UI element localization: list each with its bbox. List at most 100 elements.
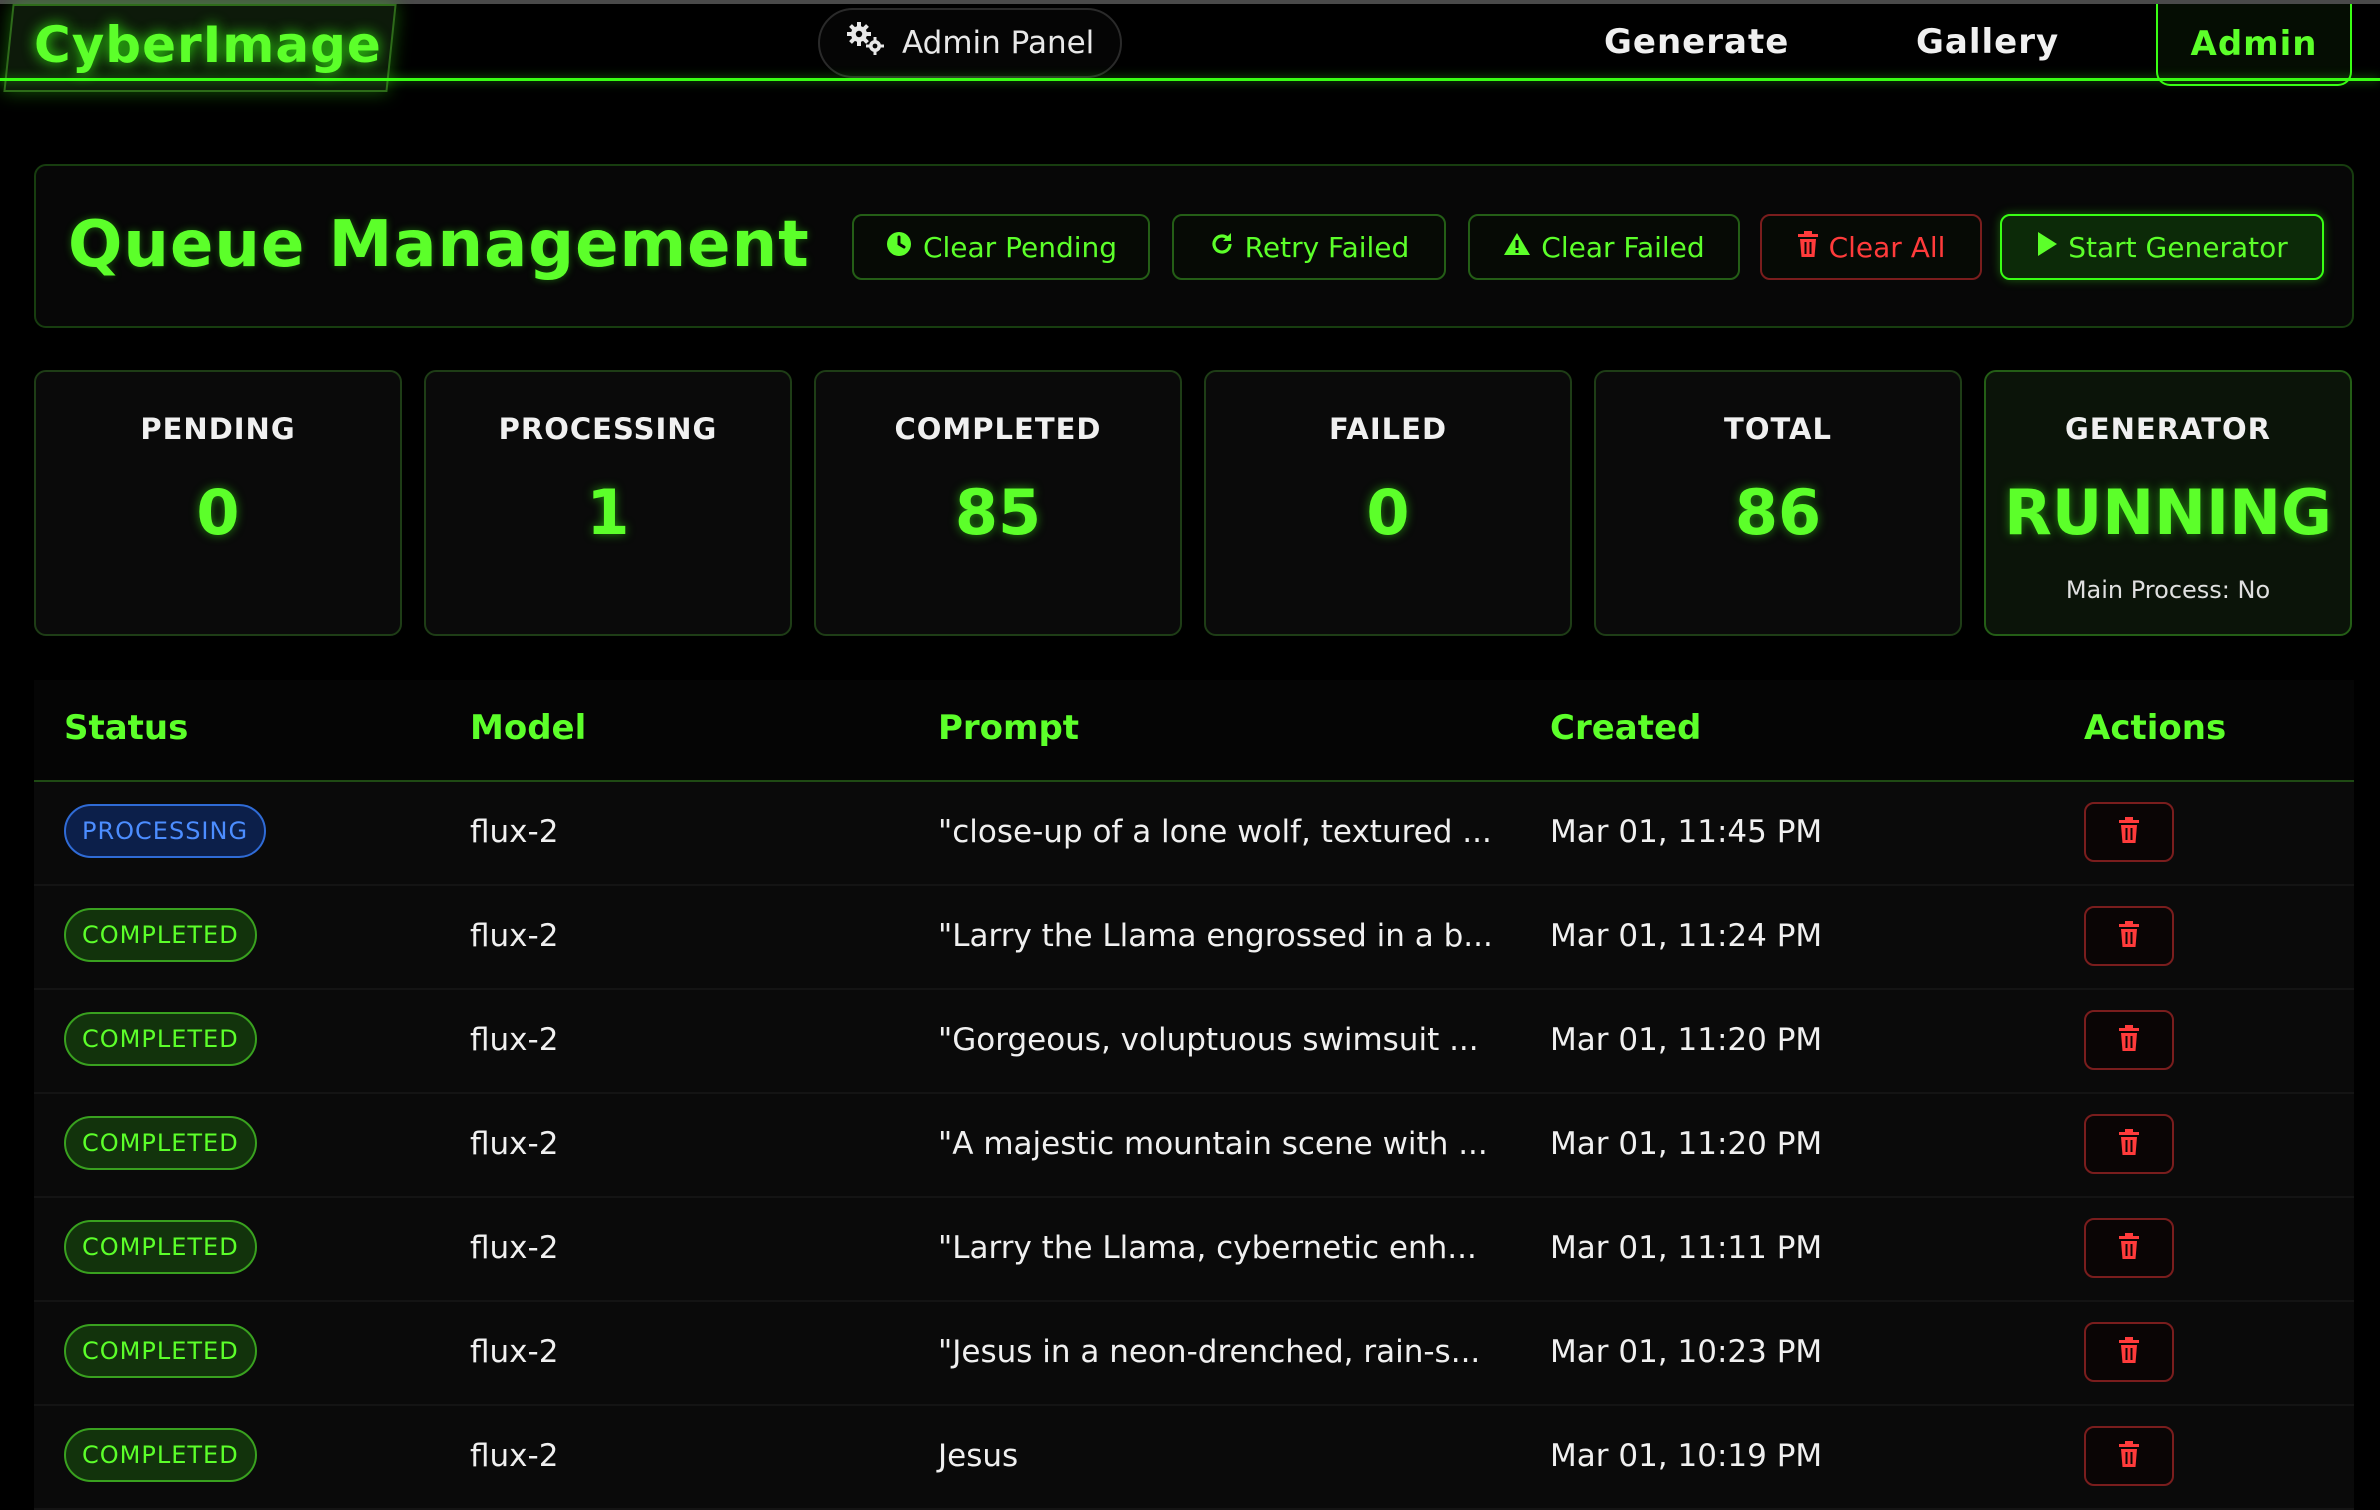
delete-row-button[interactable]: [2084, 1114, 2174, 1174]
generator-status: RUNNING: [2004, 476, 2332, 549]
table-header: Status Model Prompt Created Actions: [34, 680, 2354, 782]
stat-card-pending: PENDING 0: [34, 370, 402, 636]
delete-row-button[interactable]: [2084, 1426, 2174, 1486]
navbar: CyberImage Admin Panel Generate Gallery …: [0, 4, 2380, 92]
stat-label: GENERATOR: [2065, 412, 2271, 446]
stat-label: FAILED: [1328, 412, 1448, 446]
column-header-actions: Actions: [2084, 708, 2227, 748]
delete-row-button[interactable]: [2084, 906, 2174, 966]
created-cell: Mar 01, 11:11 PM: [1550, 1230, 1823, 1266]
stat-card-failed: FAILED 0: [1204, 370, 1572, 636]
queue-table: Status Model Prompt Created Actions PROC…: [34, 680, 2354, 1510]
stat-card-completed: COMPLETED 85: [814, 370, 1182, 636]
trash-icon: [2118, 1441, 2140, 1471]
clock-icon: [885, 230, 913, 265]
stat-label: COMPLETED: [894, 412, 1102, 446]
start-generator-button[interactable]: Start Generator: [2000, 214, 2324, 280]
status-badge: COMPLETED: [64, 1428, 257, 1482]
clear-all-button[interactable]: Clear All: [1760, 214, 1982, 280]
stat-value: 0: [196, 476, 240, 549]
prompt-cell: "close-up of a lone wolf, textured ...: [938, 814, 1492, 850]
status-badge: COMPLETED: [64, 1220, 257, 1274]
stat-card-processing: PROCESSING 1: [424, 370, 792, 636]
status-badge: PROCESSING: [64, 804, 267, 858]
status-badge: COMPLETED: [64, 1324, 257, 1378]
queue-header-card: Queue Management Clear Pending Retry Fai…: [34, 164, 2354, 328]
clear-failed-button[interactable]: Clear Failed: [1468, 214, 1740, 280]
gears-icon: [846, 22, 886, 64]
trash-icon: [2118, 1337, 2140, 1367]
delete-row-button[interactable]: [2084, 1218, 2174, 1278]
column-header-status: Status: [64, 708, 189, 748]
status-badge: COMPLETED: [64, 1012, 257, 1066]
delete-row-button[interactable]: [2084, 1010, 2174, 1070]
start-generator-label: Start Generator: [2068, 230, 2288, 264]
retry-failed-button[interactable]: Retry Failed: [1172, 214, 1446, 280]
status-badge: COMPLETED: [64, 908, 257, 962]
nav-gallery[interactable]: Gallery: [1916, 22, 2059, 62]
created-cell: Mar 01, 10:23 PM: [1550, 1334, 1823, 1370]
delete-row-button[interactable]: [2084, 802, 2174, 862]
play-icon: [2036, 231, 2058, 264]
clear-all-label: Clear All: [1828, 230, 1946, 264]
stat-value: 1: [586, 476, 630, 549]
trash-icon: [2118, 817, 2140, 847]
redo-icon: [1209, 231, 1235, 264]
admin-panel-label: Admin Panel: [902, 25, 1095, 61]
clear-failed-label: Clear Failed: [1541, 230, 1705, 264]
stat-label: PROCESSING: [498, 412, 718, 446]
retry-failed-label: Retry Failed: [1244, 230, 1410, 264]
column-header-created: Created: [1550, 708, 1702, 748]
created-cell: Mar 01, 11:24 PM: [1550, 918, 1823, 954]
stat-label: TOTAL: [1724, 412, 1832, 446]
model-cell: flux-2: [470, 918, 559, 954]
nav-generate[interactable]: Generate: [1604, 22, 1789, 62]
table-body: PROCESSING flux-2 "close-up of a lone wolf…: [34, 782, 2354, 1510]
warning-icon: [1503, 231, 1531, 264]
trash-icon: [2118, 1129, 2140, 1159]
model-cell: flux-2: [470, 814, 559, 850]
stat-value: 85: [954, 476, 1042, 549]
prompt-cell: "Larry the Llama engrossed in a b...: [938, 918, 1493, 954]
created-cell: Mar 01, 11:45 PM: [1550, 814, 1823, 850]
clear-pending-button[interactable]: Clear Pending: [852, 214, 1150, 280]
trash-icon: [1797, 230, 1819, 264]
nav-underline: [0, 78, 2380, 81]
model-cell: flux-2: [470, 1334, 559, 1370]
model-cell: flux-2: [470, 1230, 559, 1266]
column-header-model: Model: [470, 708, 587, 748]
admin-panel-pill: Admin Panel: [818, 8, 1122, 78]
table-row: COMPLETED flux-2 "A majestic mountain scen…: [34, 1094, 2354, 1198]
prompt-cell: Jesus: [938, 1438, 1019, 1474]
stat-card-total: TOTAL 86: [1594, 370, 1962, 636]
stat-value: 86: [1734, 476, 1822, 549]
prompt-cell: "Larry the Llama, cybernetic enh...: [938, 1230, 1477, 1266]
stat-label: PENDING: [140, 412, 296, 446]
trash-icon: [2118, 921, 2140, 951]
model-cell: flux-2: [470, 1022, 559, 1058]
nav-admin[interactable]: Admin: [2156, 4, 2352, 86]
stat-value: 0: [1366, 476, 1410, 549]
delete-row-button[interactable]: [2084, 1322, 2174, 1382]
table-row: COMPLETED flux-2 "Jesus in a neon-drenched…: [34, 1302, 2354, 1406]
trash-icon: [2118, 1025, 2140, 1055]
model-cell: flux-2: [470, 1438, 559, 1474]
status-badge: COMPLETED: [64, 1116, 257, 1170]
created-cell: Mar 01, 11:20 PM: [1550, 1126, 1823, 1162]
trash-icon: [2118, 1233, 2140, 1263]
table-row: COMPLETED flux-2 Jesus Mar 01, 10:19 PM: [34, 1406, 2354, 1510]
prompt-cell: "Jesus in a neon-drenched, rain-s...: [938, 1334, 1481, 1370]
table-row: COMPLETED flux-2 "Larry the Llama, cyberne…: [34, 1198, 2354, 1302]
prompt-cell: "Gorgeous, voluptuous swimsuit ...: [938, 1022, 1479, 1058]
brand-name[interactable]: CyberImage: [34, 16, 382, 74]
clear-pending-label: Clear Pending: [922, 230, 1118, 264]
created-cell: Mar 01, 10:19 PM: [1550, 1438, 1823, 1474]
table-row: COMPLETED flux-2 "Larry the Llama engrosse…: [34, 886, 2354, 990]
table-row: COMPLETED flux-2 "Gorgeous, voluptuous swi…: [34, 990, 2354, 1094]
main-process-status: Main Process: No: [2065, 576, 2271, 604]
model-cell: flux-2: [470, 1126, 559, 1162]
page-title: Queue Management: [68, 208, 810, 282]
created-cell: Mar 01, 11:20 PM: [1550, 1022, 1823, 1058]
table-row: PROCESSING flux-2 "close-up of a lone wolf…: [34, 782, 2354, 886]
prompt-cell: "A majestic mountain scene with ...: [938, 1126, 1488, 1162]
